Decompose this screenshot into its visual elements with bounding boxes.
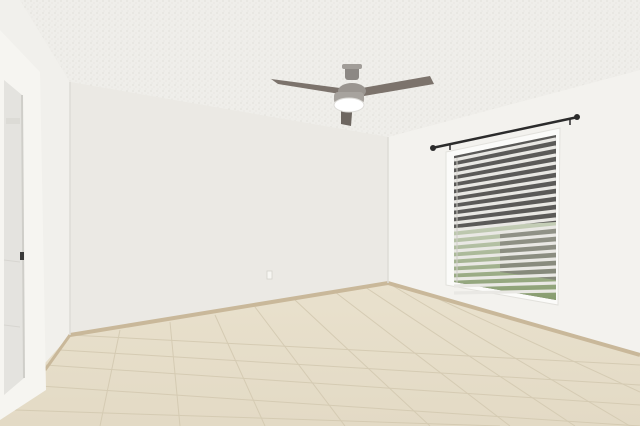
wall-outlet xyxy=(266,270,273,280)
empty-room-photo xyxy=(0,0,640,426)
door-frame-icon xyxy=(0,30,46,420)
room-illustration xyxy=(0,0,640,426)
window-blinds-icon xyxy=(445,127,561,306)
